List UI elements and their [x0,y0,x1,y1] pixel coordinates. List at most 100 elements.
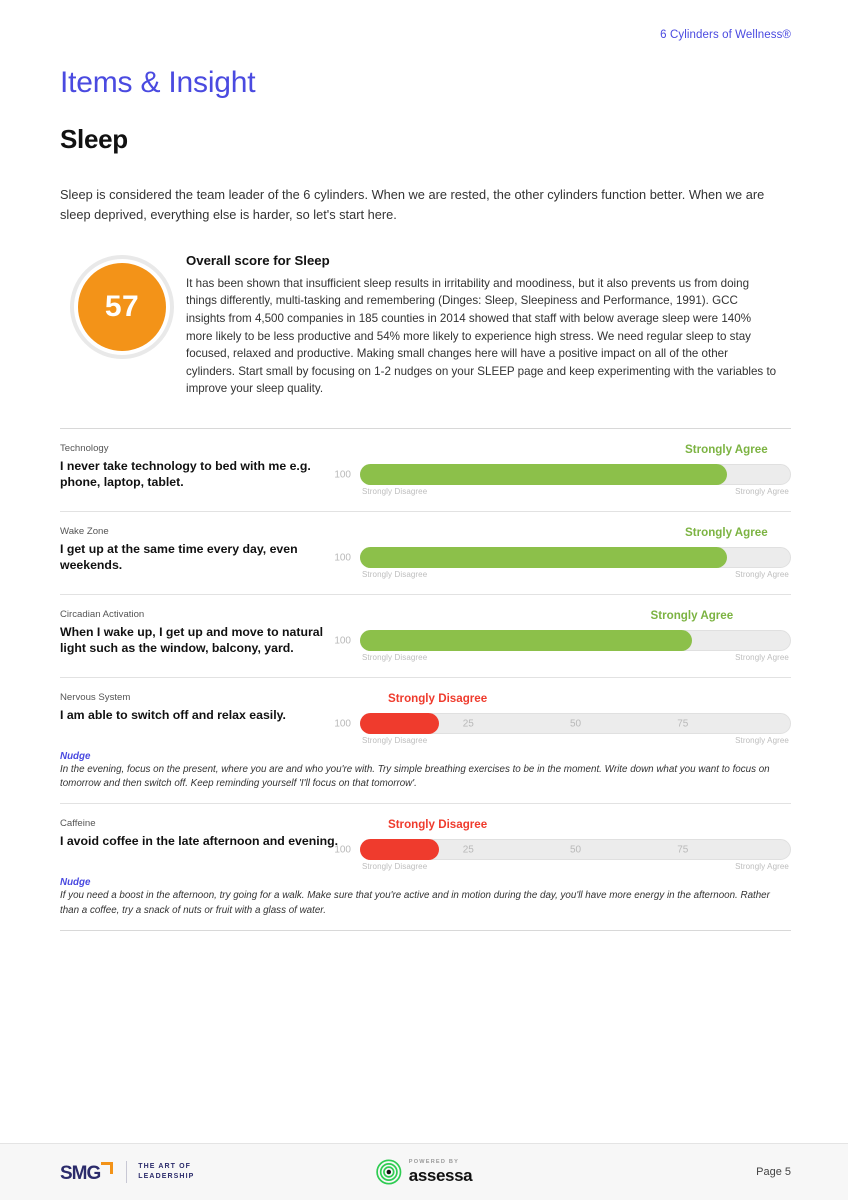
gauge-ticks: 100 [334,631,790,650]
cylinder-title: Sleep [60,123,128,154]
score-ring: 57 [70,254,174,359]
gauge-result-label-wrap: Strongly Agree [360,609,791,624]
gauge-track[interactable]: 25 50 75 100 [334,713,791,735]
smg-tagline-line2: LEADERSHIP [138,1173,195,1180]
gauge-tick: 100 [334,552,351,564]
gauge-tick: 75 [677,718,689,730]
score-circle-wrap: 57 [60,253,184,359]
gauge-ticks: 25 50 75 100 [334,840,790,859]
gauge-result-label: Strongly Agree [685,526,768,540]
smg-wordmark: SMG [60,1161,115,1184]
gauge-ticks: 100 [334,465,790,484]
gauge-high-label: Strongly Agree [735,487,789,497]
item-question: I avoid coffee in the late afternoon and… [60,833,339,848]
gauge-scale-ends: Strongly Disagree Strongly Agree [360,570,791,582]
gauge-high-label: Strongly Agree [735,653,789,663]
report-page: 6 Cylinders of Wellness® Items & Insight… [0,0,848,1200]
item-main: Nervous System I am able to switch off an… [60,692,791,748]
assessa-target-icon [376,1159,402,1185]
item-gauge: Strongly Agree 100 Strongly Disagree Strong… [334,609,791,665]
gauge-tick: 100 [334,718,351,730]
item-question: I never take technology to bed with me e… [60,458,311,490]
smg-logo: SMG THE ART OF LEADERSHIP [60,1161,194,1183]
item-main: Wake Zone I get up at the same time every… [60,526,791,582]
gauge-tick: 25 [462,844,474,856]
assessa-powered-by: POWERED BY [408,1158,460,1165]
gauge-scale-ends: Strongly Disagree Strongly Agree [360,862,791,874]
nudge-label: Nudge [60,877,91,889]
gauge-scale-ends: Strongly Disagree Strongly Agree [360,736,791,748]
item-row: Circadian Activation When I wake up, I ge… [60,595,791,679]
gauge-low-label: Strongly Disagree [362,862,428,872]
gauge-low-label: Strongly Disagree [362,570,428,580]
gauge-low-label: Strongly Disagree [362,653,428,663]
gauge-high-label: Strongly Agree [735,570,789,580]
assessa-text: POWERED BY assessa [408,1158,473,1186]
gauge-result-label-wrap: Strongly Agree [360,443,791,458]
gauge-result-label-wrap: Strongly Disagree [360,692,791,707]
page-footer: SMG THE ART OF LEADERSHIP POWERED BY ass… [0,1143,848,1200]
score-disc: 57 [78,262,166,351]
assessa-wordmark: assessa [408,1166,473,1186]
gauge-tick: 100 [334,844,351,856]
gauge-result-label: Strongly Disagree [387,818,488,832]
gauge-track[interactable]: 100 [334,464,791,486]
item-row: Technology I never take technology to bed… [60,429,791,513]
item-text: Nervous System I am able to switch off an… [60,692,360,723]
overall-text: Overall score for Sleep It has been show… [184,253,791,398]
nudge-text: If you need a boost in the afternoon, tr… [60,890,770,916]
gauge-track[interactable]: 100 [334,547,791,569]
item-question: When I wake up, I get up and move to nat… [60,624,324,656]
item-gauge: Strongly Disagree 25 50 75 100 Strongly Disag… [334,692,791,748]
gauge-tick: 25 [462,718,474,730]
item-question: I am able to switch off and relax easily… [60,707,286,722]
page-number: Page 5 [756,1166,791,1178]
item-category: Technology [60,443,109,455]
smg-corner-icon [101,1161,114,1174]
item-category: Circadian Activation [60,609,145,621]
gauge-tick: 75 [677,844,689,856]
gauge-result-label: Strongly Disagree [387,692,488,706]
item-question: I get up at the same time every day, eve… [60,541,298,573]
gauge-tick: 50 [569,844,582,856]
item-main: Caffeine I avoid coffee in the late after… [60,818,791,874]
smg-tagline: THE ART OF LEADERSHIP [138,1162,194,1182]
gauge-ticks: 25 50 75 100 [334,714,790,733]
gauge-result-label: Strongly Agree [685,443,768,457]
nudge-block: Nudge If you need a boost in the afternoo… [60,877,791,917]
gauge-tick: 100 [334,635,351,647]
item-main: Circadian Activation When I wake up, I ge… [60,609,791,665]
nudge-block: Nudge In the evening, focus on the presen… [60,751,791,791]
item-text: Wake Zone I get up at the same time every… [60,526,360,574]
logo-divider [126,1161,128,1183]
smg-wordmark-text: SMG [60,1162,101,1184]
brand-label: 6 Cylinders of Wellness® [660,29,791,41]
items-list: Technology I never take technology to bed… [60,429,791,931]
item-text: Circadian Activation When I wake up, I ge… [60,609,360,657]
item-category: Wake Zone [60,526,109,538]
item-row: Wake Zone I get up at the same time every… [60,512,791,596]
overall-score-block: 57 Overall score for Sleep It has been s… [60,253,791,398]
overall-body: It has been shown that insufficient slee… [186,276,777,396]
item-category: Caffeine [60,818,96,830]
nudge-label: Nudge [60,751,91,763]
gauge-track[interactable]: 25 50 75 100 [334,839,791,861]
item-gauge: Strongly Agree 100 Strongly Disagree Strong… [334,526,791,582]
assessa-logo: POWERED BY assessa [376,1158,473,1186]
gauge-scale-ends: Strongly Disagree Strongly Agree [360,653,791,665]
item-row: Caffeine I avoid coffee in the late after… [60,804,791,931]
gauge-tick: 100 [334,469,351,481]
item-gauge: Strongly Disagree 25 50 75 100 Strongly Disag… [334,818,791,874]
overall-score-value: 57 [104,289,140,323]
gauge-low-label: Strongly Disagree [362,736,428,746]
gauge-scale-ends: Strongly Disagree Strongly Agree [360,487,791,499]
item-text: Caffeine I avoid coffee in the late after… [60,818,360,849]
gauge-low-label: Strongly Disagree [362,487,428,497]
gauge-tick: 50 [569,718,582,730]
smg-tagline-line1: THE ART OF [138,1162,192,1170]
gauge-track[interactable]: 100 [334,630,791,652]
page-content: Items & Insight Sleep Sleep is considere… [60,66,791,931]
gauge-high-label: Strongly Agree [735,862,789,872]
item-row: Nervous System I am able to switch off an… [60,678,791,805]
overall-heading: Overall score for Sleep [186,252,330,268]
